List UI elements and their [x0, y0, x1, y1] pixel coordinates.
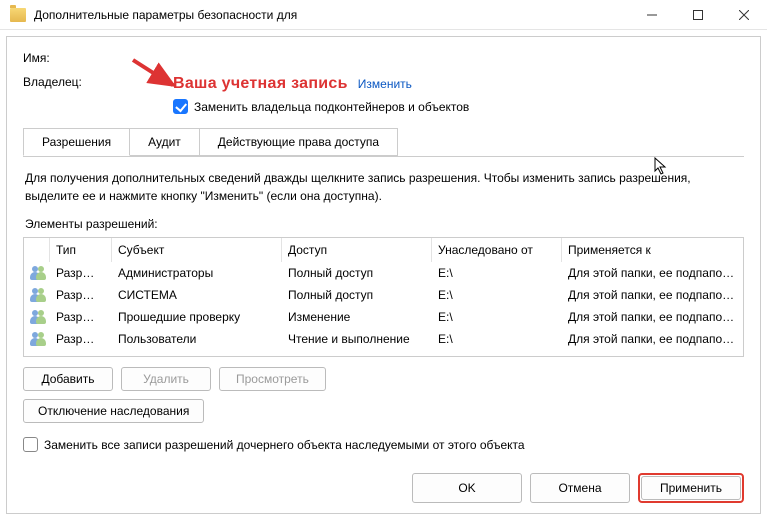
titlebar: Дополнительные параметры безопасности дл… — [0, 0, 767, 30]
cell-type: Разр… — [50, 263, 112, 283]
arrow-annotation-icon — [128, 55, 188, 95]
main-panel: Имя: Владелец: Ваша учетная запись Измен… — [6, 36, 761, 514]
users-icon — [30, 310, 48, 324]
table-row[interactable]: Разр…АдминистраторыПолный доступE:\Для э… — [24, 262, 743, 284]
tab-audit[interactable]: Аудит — [129, 128, 200, 156]
tab-permissions[interactable]: Разрешения — [23, 128, 130, 156]
view-button[interactable]: Просмотреть — [219, 367, 326, 391]
replace-all-label: Заменить все записи разрешений дочернего… — [44, 438, 525, 452]
cell-access: Изменение — [282, 307, 432, 327]
cell-access: Полный доступ — [282, 285, 432, 305]
cell-applies: Для этой папки, ее подпапок … — [562, 307, 743, 327]
cell-inherited: E:\ — [432, 307, 562, 327]
cell-subject: Прошедшие проверку — [112, 307, 282, 327]
tab-label: Действующие права доступа — [218, 135, 379, 149]
delete-button[interactable]: Удалить — [121, 367, 211, 391]
minimize-button[interactable] — [629, 0, 675, 30]
cancel-button[interactable]: Отмена — [530, 473, 630, 503]
disable-inheritance-button[interactable]: Отключение наследования — [23, 399, 204, 423]
cell-subject: Администраторы — [112, 263, 282, 283]
cell-subject: СИСТЕМА — [112, 285, 282, 305]
cell-subject: Пользователи — [112, 329, 282, 349]
cell-type: Разр… — [50, 285, 112, 305]
th-access[interactable]: Доступ — [282, 238, 432, 262]
elements-heading: Элементы разрешений: — [25, 217, 742, 231]
close-button[interactable] — [721, 0, 767, 30]
tab-label: Разрешения — [42, 135, 111, 149]
tabs: Разрешения Аудит Действующие права досту… — [23, 128, 744, 157]
permissions-table: Тип Субъект Доступ Унаследовано от Приме… — [23, 237, 744, 357]
th-applies[interactable]: Применяется к — [562, 238, 743, 262]
table-header: Тип Субъект Доступ Унаследовано от Приме… — [24, 238, 743, 262]
description-text: Для получения дополнительных сведений дв… — [25, 169, 742, 205]
table-row[interactable]: Разр…ПользователиЧтение и выполнениеE:\Д… — [24, 328, 743, 350]
users-icon — [30, 288, 48, 302]
tab-effective-access[interactable]: Действующие права доступа — [199, 128, 398, 156]
cell-inherited: E:\ — [432, 285, 562, 305]
replace-owner-checkbox[interactable] — [173, 99, 188, 114]
change-owner-link[interactable]: Изменить — [358, 77, 412, 91]
cell-access: Полный доступ — [282, 263, 432, 283]
th-inherited[interactable]: Унаследовано от — [432, 238, 562, 262]
cell-access: Чтение и выполнение — [282, 329, 432, 349]
users-icon — [30, 266, 48, 280]
apply-button-highlight: Применить — [638, 473, 744, 503]
folder-icon — [10, 8, 26, 22]
replace-all-checkbox[interactable] — [23, 437, 38, 452]
replace-owner-label: Заменить владельца подконтейнеров и объе… — [194, 100, 469, 114]
table-row[interactable]: Разр…Прошедшие проверкуИзменениеE:\Для э… — [24, 306, 743, 328]
name-label: Имя: — [23, 51, 50, 65]
window-title: Дополнительные параметры безопасности дл… — [34, 8, 297, 22]
tab-label: Аудит — [148, 135, 181, 149]
cursor-icon — [654, 157, 670, 177]
table-row[interactable]: Разр…СИСТЕМАПолный доступE:\Для этой пап… — [24, 284, 743, 306]
apply-button[interactable]: Применить — [641, 476, 741, 500]
cell-inherited: E:\ — [432, 329, 562, 349]
owner-annotation: Ваша учетная запись — [173, 75, 348, 93]
cell-applies: Для этой папки, ее подпапок … — [562, 329, 743, 349]
cell-inherited: E:\ — [432, 263, 562, 283]
th-type[interactable]: Тип — [50, 238, 112, 262]
cell-applies: Для этой папки, ее подпапок … — [562, 285, 743, 305]
add-button[interactable]: Добавить — [23, 367, 113, 391]
cell-applies: Для этой папки, ее подпапок … — [562, 263, 743, 283]
cell-type: Разр… — [50, 329, 112, 349]
users-icon — [30, 332, 48, 346]
cell-type: Разр… — [50, 307, 112, 327]
maximize-button[interactable] — [675, 0, 721, 30]
ok-button[interactable]: OK — [412, 473, 522, 503]
th-subject[interactable]: Субъект — [112, 238, 282, 262]
